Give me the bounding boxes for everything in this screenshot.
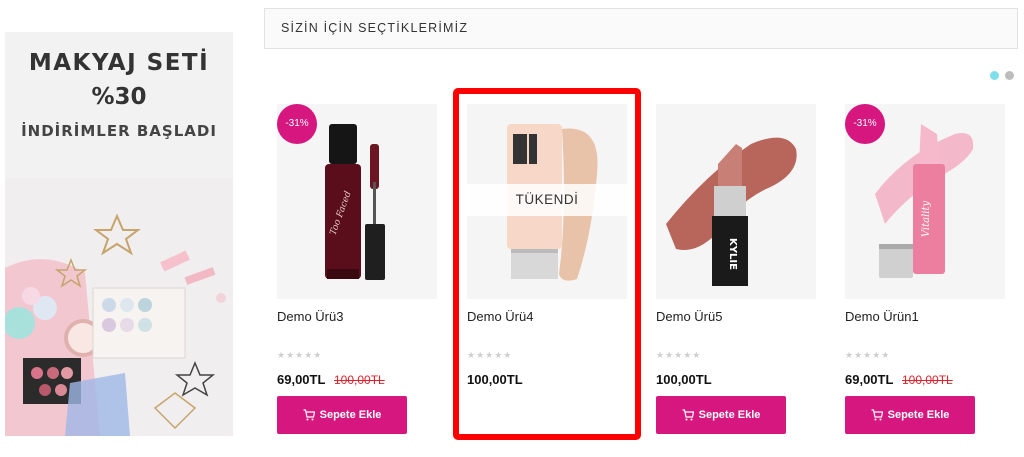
rating-stars: ★★★★★	[277, 350, 323, 360]
cart-icon	[682, 409, 694, 421]
product-card[interactable]: Too Faced -31% Demo Ürü3 ★★★★★ 69,00TL 1…	[277, 104, 437, 439]
add-to-cart-button[interactable]: Sepete Ekle	[277, 396, 407, 434]
rating-stars: ★★★★★	[845, 350, 891, 360]
product-price: 69,00TL	[845, 372, 894, 387]
rating-stars: ★★★★★	[656, 350, 702, 360]
product-image[interactable]: TÜKENDİ	[467, 104, 627, 299]
section-header: SİZİN İÇİN SEÇTİKLERİMİZ	[264, 8, 1018, 49]
banner-subtitle: İNDİRİMLER BAŞLADI	[21, 122, 217, 140]
product-name[interactable]: Demo Ürü4	[467, 309, 533, 324]
lipstick-image: KYLIE	[656, 104, 816, 299]
add-to-cart-label: Sepete Ekle	[319, 409, 382, 421]
product-name[interactable]: Demo Ürü5	[656, 309, 722, 324]
product-card[interactable]: TÜKENDİ Demo Ürü4 ★★★★★ 100,00TL	[467, 104, 627, 439]
product-name[interactable]: Demo Ürü3	[277, 309, 343, 324]
add-to-cart-button[interactable]: Sepete Ekle	[656, 396, 786, 434]
section-title: SİZİN İÇİN SEÇTİKLERİMİZ	[281, 21, 469, 35]
rating-stars: ★★★★★	[467, 350, 513, 360]
product-old-price: 100,00TL	[902, 373, 953, 387]
product-price: 69,00TL	[277, 372, 326, 387]
product-image[interactable]: KYLIE	[656, 104, 816, 299]
product-price: 100,00TL	[467, 372, 523, 387]
cart-icon	[871, 409, 883, 421]
banner-discount: %30	[91, 84, 147, 110]
svg-text:KYLIE: KYLIE	[727, 238, 738, 270]
discount-badge: -31%	[845, 104, 885, 144]
carousel-dot-1[interactable]	[990, 71, 999, 80]
promo-banner[interactable]: MAKYAJ SETİ %30 İNDİRİMLER BAŞLADI	[5, 32, 233, 436]
sold-out-label: TÜKENDİ	[467, 184, 627, 216]
carousel-dot-2[interactable]	[1005, 71, 1014, 80]
discount-badge: -31%	[277, 104, 317, 144]
add-to-cart-button[interactable]: Sepete Ekle	[845, 396, 975, 434]
product-price: 100,00TL	[656, 372, 712, 387]
product-image[interactable]: Too Faced -31%	[277, 104, 437, 299]
product-card[interactable]: Vitality -31% Demo Ürün1 ★★★★★ 69,00TL 1…	[845, 104, 1005, 439]
cart-icon	[303, 409, 315, 421]
product-old-price: 100,00TL	[334, 373, 385, 387]
product-image[interactable]: Vitality -31%	[845, 104, 1005, 299]
add-to-cart-label: Sepete Ekle	[887, 409, 950, 421]
svg-text:Vitality: Vitality	[921, 201, 932, 238]
banner-headline: MAKYAJ SETİ	[28, 50, 210, 76]
makeup-flatlay-image	[5, 178, 233, 436]
product-card[interactable]: KYLIE Demo Ürü5 ★★★★★ 100,00TL Sepete Ek…	[656, 104, 816, 439]
add-to-cart-label: Sepete Ekle	[698, 409, 761, 421]
product-name[interactable]: Demo Ürün1	[845, 309, 919, 324]
